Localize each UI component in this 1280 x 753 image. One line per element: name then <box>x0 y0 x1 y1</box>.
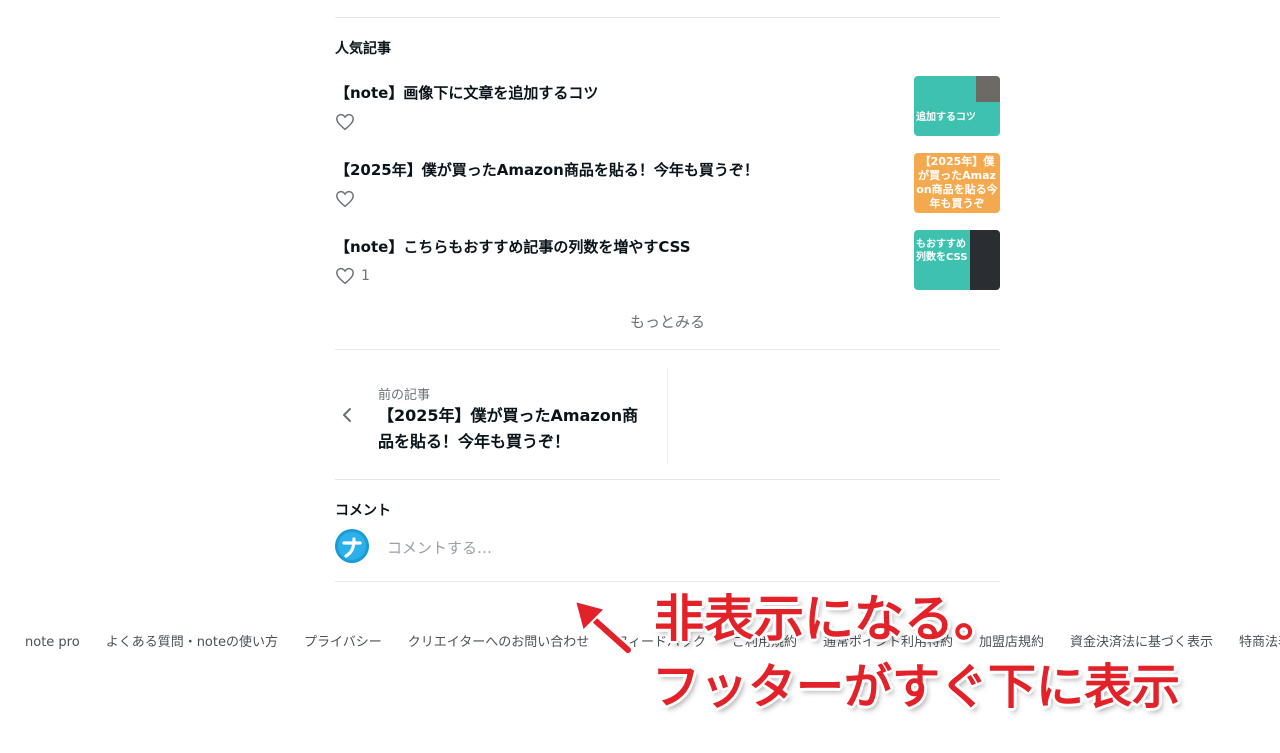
footer-link[interactable]: 特商法表記 <box>1239 631 1280 650</box>
thumb-text: 追加するコツ <box>916 112 976 123</box>
footer-links: note pro よくある質問・noteの使い方 プライバシー クリエイターへのお問い… <box>25 631 1280 650</box>
prev-article-label: 前の記事 <box>378 388 431 403</box>
annotation-arrow-icon <box>573 599 634 656</box>
like-button[interactable] <box>335 112 361 132</box>
prev-divider <box>335 479 1000 480</box>
thumb-overlay <box>976 76 1000 102</box>
comments-divider <box>335 581 1000 582</box>
comment-placeholder[interactable]: コメントする… <box>387 537 492 558</box>
top-divider <box>335 17 1000 18</box>
popular-item[interactable]: 【2025年】僕が買ったAmazon商品を貼る！今年も買うぞ！ 【2025年】僕… <box>335 153 1000 215</box>
thumb-text: もおすすめ列数をCSS <box>916 239 968 263</box>
footer-link[interactable]: プライバシー <box>304 631 382 650</box>
annotation-line-2: フッターがすぐ下に表示 <box>652 659 1181 715</box>
heart-icon <box>336 190 354 208</box>
like-button[interactable]: 1 <box>335 266 370 286</box>
thumb-overlay <box>970 230 1000 290</box>
like-button[interactable] <box>335 189 361 209</box>
annotation-line-1: 非表示になる。 <box>654 590 1004 648</box>
thumb-text: 【2025年】僕が買ったAmazon商品を貼る今年も買うぞ <box>916 155 998 210</box>
heart-icon <box>336 267 354 285</box>
popular-item-title[interactable]: 【note】画像下に文章を追加するコツ <box>335 82 598 103</box>
footer-link[interactable]: 資金決済法に基づく表示 <box>1070 631 1213 650</box>
prev-article-title[interactable]: 【2025年】僕が買ったAmazon商品を貼る！今年も買うぞ！ <box>378 403 648 455</box>
popular-item[interactable]: 【note】こちらもおすすめ記事の列数を増やすCSS 1 もおすすめ列数をCSS <box>335 230 1000 292</box>
prev-article-link[interactable]: 前の記事 【2025年】僕が買ったAmazon商品を貼る！今年も買うぞ！ <box>335 368 668 464</box>
popular-item-title[interactable]: 【note】こちらもおすすめ記事の列数を増やすCSS <box>335 236 691 257</box>
popular-item[interactable]: 【note】画像下に文章を追加するコツ 追加するコツ <box>335 76 1000 138</box>
avatar <box>335 529 369 563</box>
popular-item-thumbnail[interactable]: 追加するコツ <box>914 76 1000 136</box>
footer-link[interactable]: よくある質問・noteの使い方 <box>106 631 278 650</box>
popular-heading: 人気記事 <box>335 41 391 57</box>
comment-input[interactable]: コメントする… <box>335 529 1000 563</box>
popular-item-thumbnail[interactable]: もおすすめ列数をCSS <box>914 230 1000 290</box>
popular-item-thumbnail[interactable]: 【2025年】僕が買ったAmazon商品を貼る今年も買うぞ <box>914 153 1000 213</box>
like-count: 1 <box>361 268 370 284</box>
comments-heading: コメント <box>335 503 391 519</box>
heart-icon <box>336 113 354 131</box>
user-avatar-icon <box>335 529 369 563</box>
footer-link[interactable]: クリエイターへのお問い合わせ <box>408 631 589 650</box>
footer-link[interactable]: note pro <box>25 635 80 650</box>
popular-divider <box>335 349 1000 350</box>
chevron-left-icon <box>343 408 351 422</box>
popular-item-title[interactable]: 【2025年】僕が買ったAmazon商品を貼る！今年も買うぞ！ <box>335 159 759 180</box>
more-button[interactable]: もっとみる <box>335 311 1000 332</box>
